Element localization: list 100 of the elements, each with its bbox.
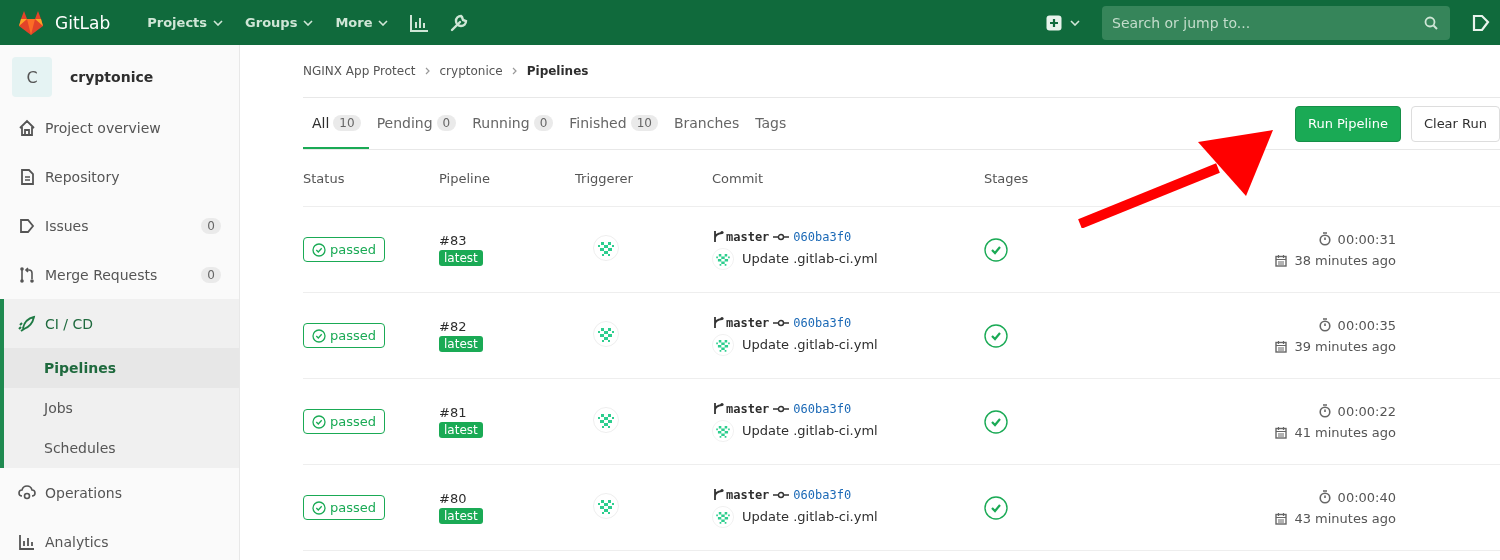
sidebar-item[interactable]: Merge Requests 0 [0,250,239,299]
stage-status-button[interactable] [984,495,1008,520]
commit-sha-link[interactable]: 060ba3f0 [793,487,852,502]
sidebar-item[interactable]: Issues 0 [0,201,239,250]
column-header: Commit [712,170,765,186]
sidebar-subitem[interactable]: Schedules [4,428,239,468]
caret-icon [303,19,314,26]
latest-badge: latest [439,250,483,266]
project-name[interactable]: cryptonice [70,69,154,85]
issue-icon [18,216,36,235]
nav-menu[interactable]: Projects [136,15,235,30]
pipeline-link[interactable]: #80 [439,491,575,506]
finished-time-text: 38 minutes ago [1294,252,1396,268]
commit-icon [773,404,790,413]
branch-link[interactable]: master [726,315,770,330]
branch-link[interactable]: master [726,229,770,244]
breadcrumb-link[interactable]: NGINX App Protect [303,64,416,78]
branch-icon [712,488,724,501]
caret-icon [1070,19,1080,26]
filter-tab[interactable]: Tags [747,98,795,149]
commit-sha-link[interactable]: 060ba3f0 [793,315,852,330]
column-header: Triggerer [575,170,634,186]
stopwatch-icon [1318,404,1331,418]
stage-status-button[interactable] [984,323,1008,348]
search-icon [1424,15,1438,30]
clear-cache-button[interactable]: Clear Run [1410,105,1500,142]
check-circle-icon [312,500,326,515]
brand-name[interactable]: GitLab [55,12,111,33]
calendar-icon [1275,253,1288,267]
count-badge: 0 [436,114,457,131]
filter-tab[interactable]: Branches [665,98,748,149]
column-header: Status [303,170,346,186]
check-circle-icon [312,328,326,343]
sidebar-subitem[interactable]: Pipelines [4,348,239,388]
count-badge: 10 [630,114,658,131]
stage-status-button[interactable] [984,409,1008,434]
nav-menu[interactable]: Groups [234,15,325,30]
fox-logo-icon [17,9,45,36]
commit-icon [773,232,790,241]
filter-tab[interactable]: All 10 [303,98,369,149]
breadcrumb-link[interactable]: cryptonice [439,64,503,78]
chevron-right-icon [511,67,518,75]
finished-time-text: 41 minutes ago [1294,424,1396,440]
filter-tab[interactable]: Finished 10 [561,98,666,149]
column-header: Stages [984,170,1029,186]
stopwatch-icon [1318,318,1331,332]
latest-badge: latest [439,422,483,438]
check-circle-icon [984,237,1008,262]
check-circle-icon [312,414,326,429]
duration-text: 00:00:40 [1337,489,1396,505]
branch-link[interactable]: master [726,401,770,416]
pipeline-link[interactable]: #83 [439,233,575,248]
project-avatar: C [12,57,52,97]
duration-text: 00:00:31 [1337,231,1396,247]
bar-chart-icon [409,13,430,32]
avatar-identicon [712,505,734,528]
issue-icon [1472,13,1490,32]
pipeline-link[interactable]: #82 [439,319,575,334]
latest-badge: latest [439,508,483,524]
duration-text: 00:00:22 [1337,403,1396,419]
chevron-right-icon [424,67,431,75]
sidebar-item[interactable]: Repository [0,152,239,201]
bar-chart-icon [18,532,36,551]
commit-sha-link[interactable]: 060ba3f0 [793,401,852,416]
pipeline-link[interactable]: #81 [439,405,575,420]
avatar-identicon [593,235,619,261]
branch-link[interactable]: master [726,487,770,502]
finished-time-text: 43 minutes ago [1294,510,1396,526]
sidebar-item[interactable]: CI / CD [4,299,239,348]
filter-tab[interactable]: Pending 0 [368,98,465,149]
count-badge: 10 [333,114,361,131]
sidebar-item[interactable]: Project overview [0,103,239,152]
avatar-identicon [593,407,619,433]
calendar-icon [1275,511,1288,525]
commit-message-link[interactable]: Update .gitlab-ci.yml [742,337,878,352]
sidebar-item[interactable]: Operations [0,468,239,517]
cloud-gear-icon [18,483,36,502]
avatar-identicon [712,419,734,442]
finished-time-text: 39 minutes ago [1294,338,1396,354]
branch-icon [712,230,724,243]
commit-message-link[interactable]: Update .gitlab-ci.yml [742,423,878,438]
search-field[interactable]: Search or jump to... [1102,5,1450,40]
sidebar-item[interactable]: Analytics [0,517,239,560]
commit-sha-link[interactable]: 060ba3f0 [793,229,852,244]
caret-icon [213,19,224,26]
caret-icon [378,19,389,26]
merge-request-icon [18,265,36,284]
check-circle-icon [984,323,1008,348]
stopwatch-icon [1318,232,1331,246]
commit-message-link[interactable]: Update .gitlab-ci.yml [742,251,878,266]
filter-tab[interactable]: Running 0 [464,98,562,149]
stage-status-button[interactable] [984,237,1008,262]
check-circle-icon [984,409,1008,434]
commit-message-link[interactable]: Update .gitlab-ci.yml [742,509,878,524]
rocket-icon [18,314,36,333]
breadcrumb-link[interactable]: Pipelines [526,64,589,78]
sidebar-subitem[interactable]: Jobs [4,388,239,428]
wrench-icon [449,12,470,33]
plus-square-icon [1046,14,1062,31]
nav-menu[interactable]: More [324,15,400,30]
